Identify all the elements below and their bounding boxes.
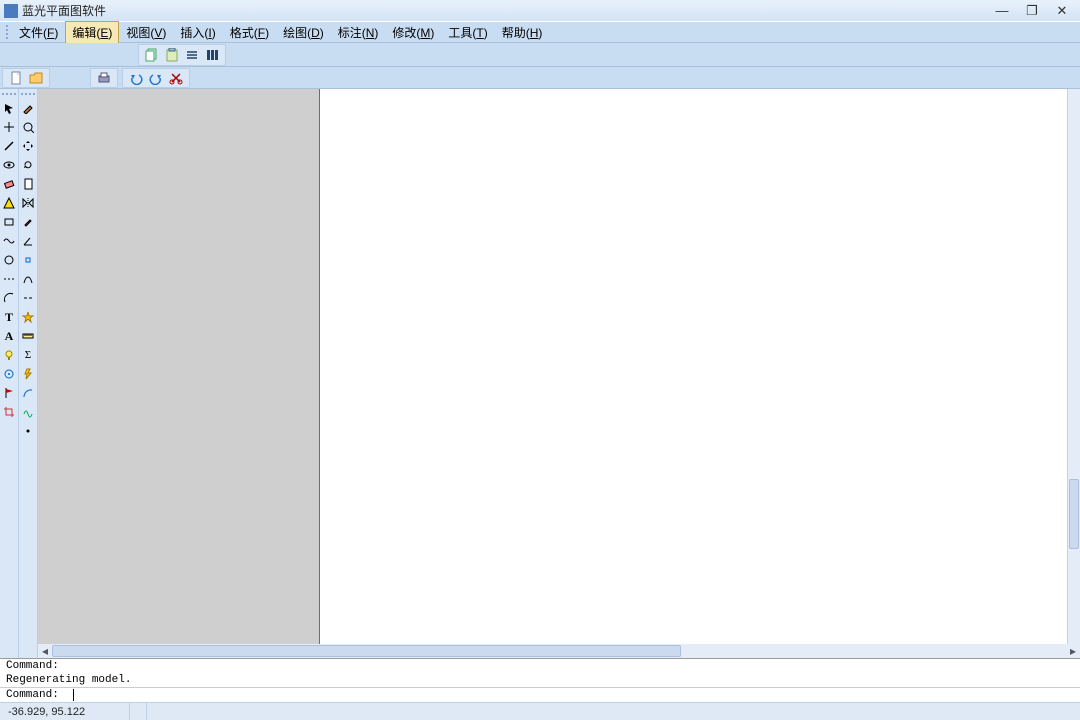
workspace: T A Σ <box>0 89 1080 658</box>
columns-icon[interactable] <box>204 47 220 63</box>
wave-icon[interactable] <box>1 232 17 250</box>
select-icon[interactable] <box>1 99 17 117</box>
measure-icon[interactable] <box>20 327 36 345</box>
redo-icon[interactable] <box>148 70 164 86</box>
page-icon[interactable] <box>20 175 36 193</box>
menubar: 文件(F)编辑(E)视图(V)插入(I)格式(F)绘图(D)标注(N)修改(M)… <box>0 21 1080 43</box>
star-icon[interactable] <box>20 308 36 326</box>
arc-icon[interactable] <box>1 289 17 307</box>
app-icon <box>4 4 18 18</box>
menu-编辑[interactable]: 编辑(E) <box>65 21 119 44</box>
status-separator <box>130 703 147 720</box>
horizontal-scrollbar-thumb[interactable] <box>52 645 681 657</box>
command-prompt: Command: <box>6 689 59 701</box>
status-coords: -36.929, 95.122 <box>0 703 130 720</box>
menu-格式[interactable]: 格式(F) <box>223 21 276 44</box>
print-cluster <box>90 68 118 88</box>
loop-icon[interactable] <box>20 118 36 136</box>
snap-icon[interactable] <box>20 251 36 269</box>
eye-icon[interactable] <box>1 156 17 174</box>
close-button[interactable]: ✕ <box>1048 2 1076 20</box>
spline-icon[interactable] <box>20 403 36 421</box>
menu-插入[interactable]: 插入(I) <box>173 21 222 44</box>
status-spacer <box>147 703 1080 720</box>
side-panel[interactable] <box>38 89 320 644</box>
canvas-area[interactable] <box>38 89 1080 644</box>
menu-文件[interactable]: 文件(F) <box>12 21 65 44</box>
bolt-icon[interactable] <box>20 365 36 383</box>
tool-column-left: T A <box>0 89 19 658</box>
brush-icon[interactable] <box>20 99 36 117</box>
tool-grip-icon[interactable] <box>2 93 16 96</box>
new-file-icon[interactable] <box>8 70 24 86</box>
titlebar: 蓝光平面图软件 — ❐ ✕ <box>0 0 1080 21</box>
pointer-icon[interactable] <box>20 422 36 440</box>
cut-icon[interactable] <box>168 70 184 86</box>
menu-绘图[interactable]: 绘图(D) <box>276 21 331 44</box>
copy-icon[interactable] <box>144 47 160 63</box>
menu-修改[interactable]: 修改(M) <box>385 21 441 44</box>
multi-icon[interactable] <box>20 384 36 402</box>
list-icon[interactable] <box>184 47 200 63</box>
command-input-row[interactable]: Command: <box>0 687 1080 702</box>
vertical-scrollbar[interactable] <box>1067 89 1080 644</box>
move4-icon[interactable] <box>20 137 36 155</box>
command-history-line: Regenerating model. <box>0 673 1080 687</box>
canvas-wrap: ◂ ▸ <box>38 89 1080 658</box>
open-folder-icon[interactable] <box>28 70 44 86</box>
line-icon[interactable] <box>1 137 17 155</box>
curve-icon[interactable] <box>20 270 36 288</box>
edit-cluster <box>122 68 190 88</box>
scroll-right-icon[interactable]: ▸ <box>1066 645 1080 657</box>
menu-标注[interactable]: 标注(N) <box>331 21 386 44</box>
command-cursor <box>73 689 74 701</box>
vertical-scrollbar-thumb[interactable] <box>1069 479 1079 549</box>
command-area: Command: Regenerating model. Command: <box>0 658 1080 702</box>
dash-icon[interactable] <box>1 270 17 288</box>
break-icon[interactable] <box>20 289 36 307</box>
tool-grip-icon[interactable] <box>21 93 35 96</box>
eraser-icon[interactable] <box>1 175 17 193</box>
rotate-icon[interactable] <box>20 156 36 174</box>
circle-icon[interactable] <box>1 251 17 269</box>
target-icon[interactable] <box>1 365 17 383</box>
file-cluster <box>2 68 50 88</box>
horizontal-scrollbar[interactable]: ◂ ▸ <box>38 644 1080 658</box>
menu-帮助[interactable]: 帮助(H) <box>495 21 550 44</box>
angle-icon[interactable] <box>20 232 36 250</box>
minimize-button[interactable]: — <box>988 2 1016 20</box>
undo-icon[interactable] <box>128 70 144 86</box>
dropper-icon[interactable] <box>20 213 36 231</box>
drawing-canvas[interactable] <box>320 89 1067 644</box>
menubar-grip[interactable] <box>6 25 10 39</box>
text-a-icon[interactable]: A <box>1 327 17 345</box>
bulb-icon[interactable] <box>1 346 17 364</box>
menu-视图[interactable]: 视图(V) <box>119 21 173 44</box>
command-history-line: Command: <box>0 659 1080 673</box>
mirror-icon[interactable] <box>20 194 36 212</box>
top-toolbar-group <box>138 44 226 66</box>
flag-icon[interactable] <box>1 384 17 402</box>
maximize-button[interactable]: ❐ <box>1018 2 1046 20</box>
print-icon[interactable] <box>96 70 112 86</box>
top-toolbar <box>0 43 1080 67</box>
paste-icon[interactable] <box>164 47 180 63</box>
scroll-left-icon[interactable]: ◂ <box>38 645 52 657</box>
warning-icon[interactable] <box>1 194 17 212</box>
move-icon[interactable] <box>1 118 17 136</box>
tool-column-right: Σ <box>19 89 38 658</box>
sum-icon[interactable]: Σ <box>20 346 36 364</box>
crop-icon[interactable] <box>1 403 17 421</box>
app-title: 蓝光平面图软件 <box>22 2 106 19</box>
statusbar: -36.929, 95.122 <box>0 702 1080 720</box>
menu-工具[interactable]: 工具(T) <box>441 21 494 44</box>
second-toolbar <box>0 67 1080 89</box>
text-t-icon[interactable]: T <box>1 308 17 326</box>
rect-icon[interactable] <box>1 213 17 231</box>
horizontal-scrollbar-track[interactable] <box>52 645 1066 657</box>
